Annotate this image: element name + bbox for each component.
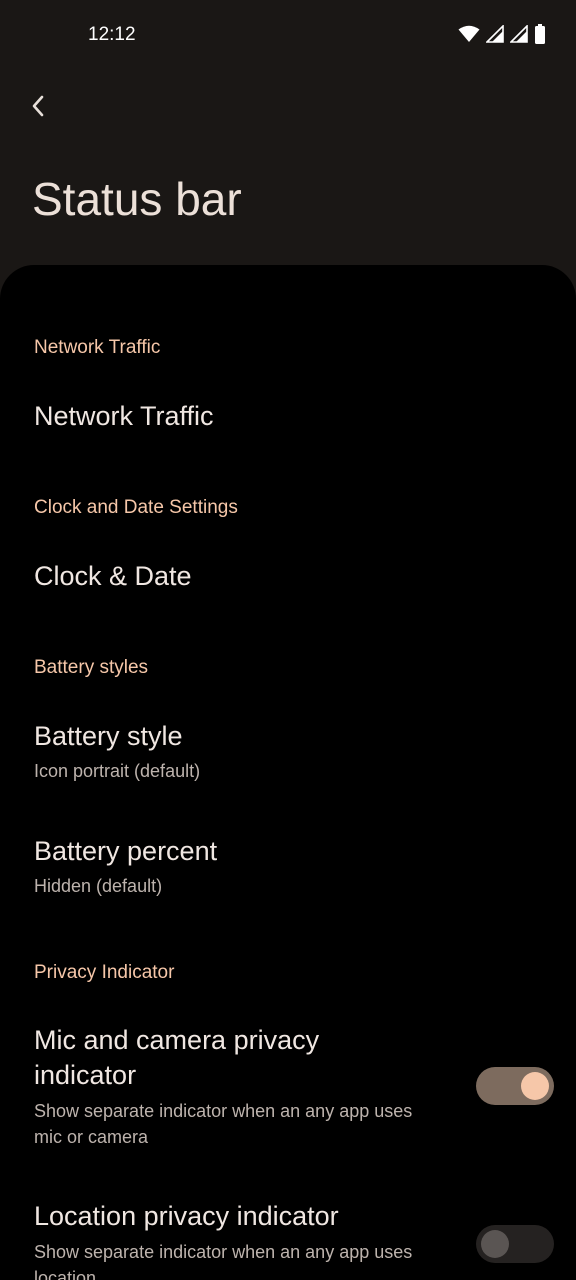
setting-battery-style[interactable]: Battery style Icon portrait (default) <box>0 695 576 807</box>
section-header-privacy: Privacy Indicator <box>34 962 175 983</box>
setting-summary-line-1: Show separate indicator when an any app … <box>34 1242 413 1262</box>
setting-summary: Icon portrait (default) <box>34 761 201 781</box>
setting-summary-line-2: mic or camera <box>34 1127 149 1147</box>
toggle-thumb <box>521 1072 549 1100</box>
signal-icon <box>486 25 504 43</box>
back-arrow-icon <box>32 95 44 117</box>
setting-title: Network Traffic <box>34 401 214 431</box>
setting-clock-date[interactable]: Clock & Date <box>0 535 576 619</box>
setting-network-traffic[interactable]: Network Traffic <box>0 375 576 459</box>
setting-battery-percent[interactable]: Battery percent Hidden (default) <box>0 810 576 922</box>
location-toggle[interactable] <box>476 1225 554 1263</box>
section-header-clock: Clock and Date Settings <box>34 497 238 518</box>
setting-summary: Hidden (default) <box>34 876 163 896</box>
status-icons <box>458 24 546 44</box>
page-title: Status bar <box>32 173 242 225</box>
signal-icon <box>510 25 528 43</box>
section-header-network-traffic: Network Traffic <box>34 337 161 358</box>
back-button[interactable] <box>26 90 54 122</box>
settings-list: Network Traffic Network Traffic Clock an… <box>0 265 576 1280</box>
setting-title-line-2: indicator <box>34 1060 137 1090</box>
toggle-thumb <box>481 1230 509 1258</box>
mic-camera-toggle[interactable] <box>476 1067 554 1105</box>
battery-icon <box>535 24 545 44</box>
wifi-icon <box>458 25 480 42</box>
setting-title: Location privacy indicator <box>34 1201 339 1231</box>
status-time: 12:12 <box>88 24 136 45</box>
setting-title: Battery style <box>34 721 183 751</box>
setting-title-line-1: Mic and camera privacy <box>34 1025 320 1055</box>
setting-mic-camera-privacy[interactable]: Mic and camera privacy indicator Show se… <box>0 1005 576 1165</box>
setting-title: Clock & Date <box>34 561 192 591</box>
setting-summary-line-2: location <box>34 1268 97 1280</box>
setting-location-privacy[interactable]: Location privacy indicator Show separate… <box>0 1185 576 1280</box>
status-bar: 12:12 <box>0 0 576 70</box>
setting-title: Battery percent <box>34 836 218 866</box>
setting-summary-line-1: Show separate indicator when an any app … <box>34 1101 413 1121</box>
section-header-battery: Battery styles <box>34 657 149 678</box>
